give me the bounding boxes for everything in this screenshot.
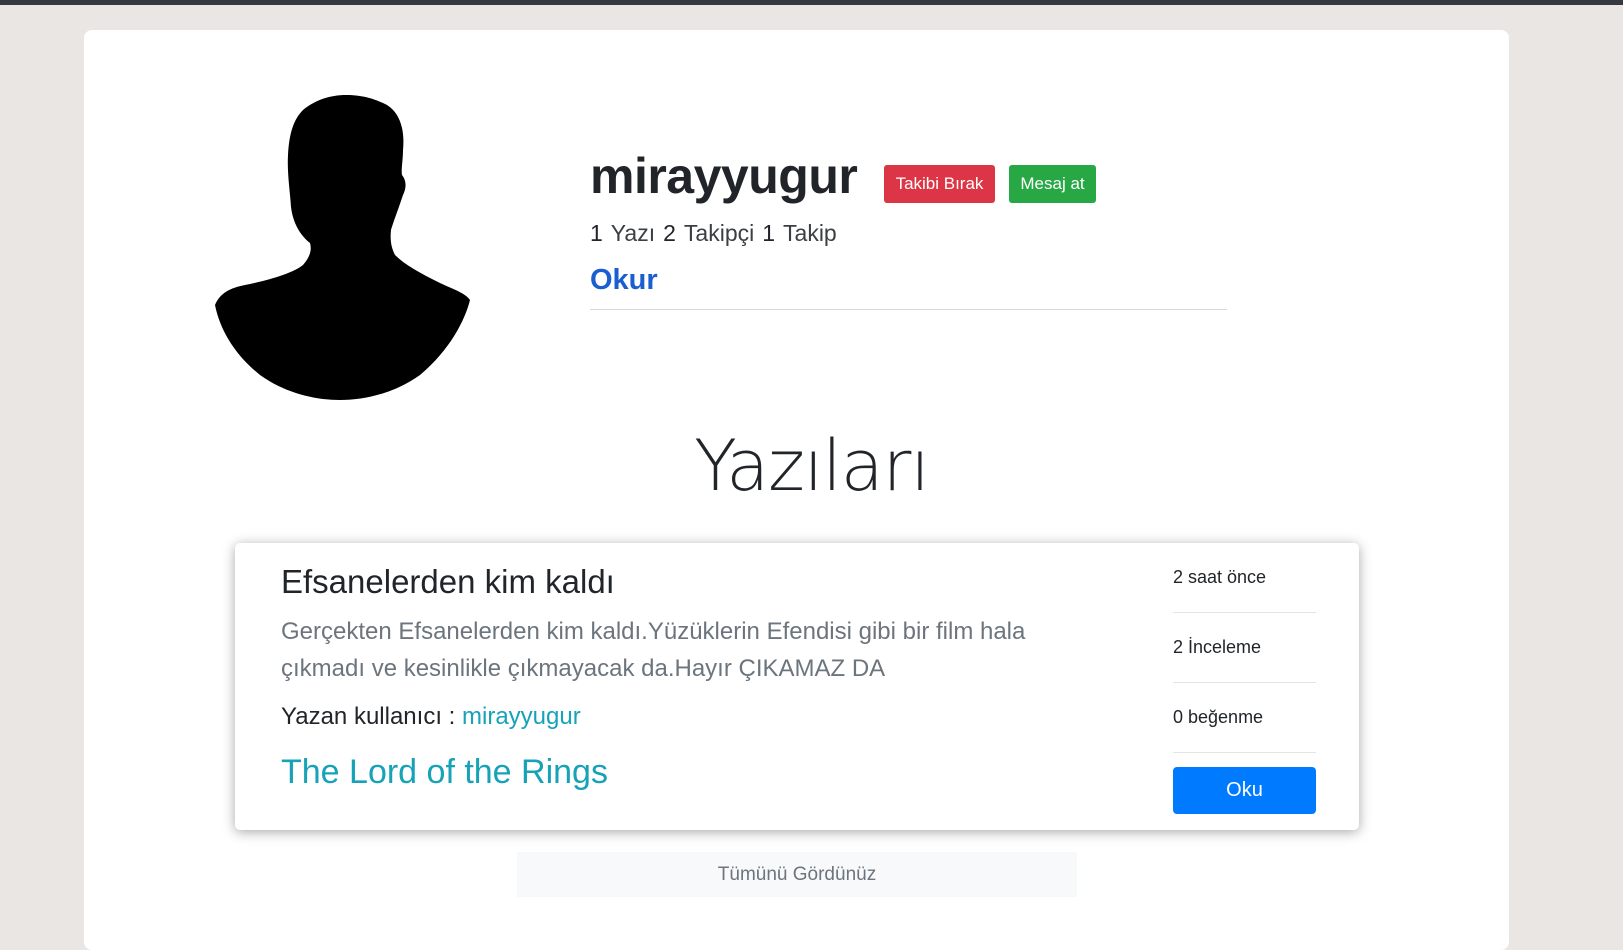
post-author-link[interactable]: mirayyugur xyxy=(462,703,581,730)
following-count: 1 xyxy=(762,220,776,246)
read-post-button[interactable]: Oku xyxy=(1173,767,1316,814)
post-author-label: Yazan kullanıcı : xyxy=(281,703,456,730)
posts-count: 1 xyxy=(590,220,603,246)
unfollow-button[interactable]: Takibi Bırak xyxy=(884,165,995,203)
send-message-button[interactable]: Mesaj at xyxy=(1009,165,1096,203)
following-label: Takip xyxy=(783,220,837,246)
post-topic-link[interactable]: The Lord of the Rings xyxy=(281,753,608,792)
user-silhouette-icon xyxy=(215,95,470,400)
post-card: Efsanelerden kim kaldı Gerçekten Efsanel… xyxy=(235,543,1359,830)
followers-label: Takipçi xyxy=(683,220,755,246)
profile-divider xyxy=(590,309,1227,310)
post-title[interactable]: Efsanelerden kim kaldı xyxy=(281,563,615,601)
post-excerpt: Gerçekten Efsanelerden kim kaldı.Yüzükle… xyxy=(281,618,1026,682)
posts-label: Yazı xyxy=(610,220,656,246)
profile-username: mirayyugur xyxy=(590,148,858,204)
followers-count: 2 xyxy=(663,220,676,246)
post-author: Yazan kullanıcı : mirayyugur xyxy=(281,703,581,731)
posts-section-title: Yazıları xyxy=(694,425,930,507)
post-meta-list: 2 saat önce 2 İnceleme 0 beğenme xyxy=(1173,543,1316,753)
seen-all-notice: Tümünü Gördünüz xyxy=(517,852,1077,897)
post-like-count: 0 beğenme xyxy=(1173,683,1316,753)
post-time: 2 saat önce xyxy=(1173,543,1316,613)
post-review-count: 2 İnceleme xyxy=(1173,613,1316,683)
profile-stats: 1 Yazı 2 Takipçi 1 Takip xyxy=(590,220,837,247)
profile-role: Okur xyxy=(590,264,658,296)
top-bar xyxy=(0,0,1623,5)
